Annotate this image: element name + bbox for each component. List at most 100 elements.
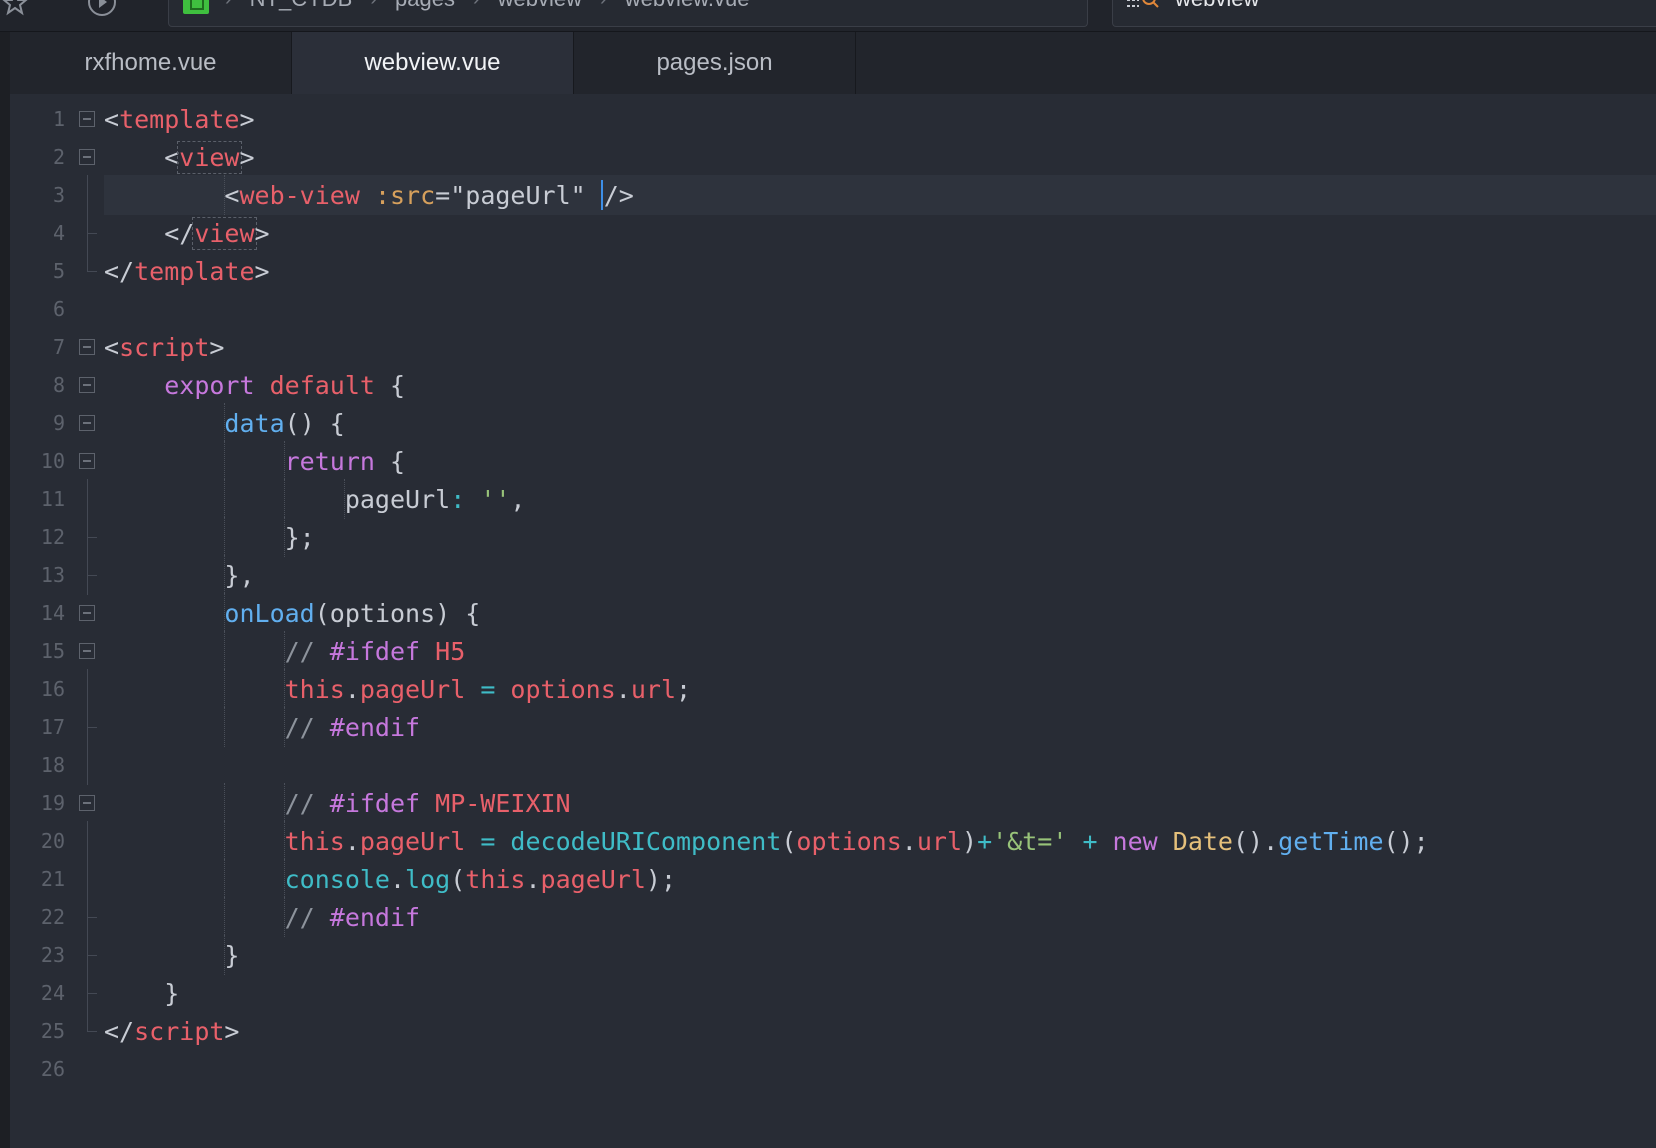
code-line[interactable]: 4 </view >: [10, 213, 1656, 253]
code-line[interactable]: 18: [10, 745, 1656, 785]
search-box[interactable]: webview: [1112, 0, 1656, 27]
fold-guide: [78, 745, 98, 785]
breadcrumb-item[interactable]: webview.vue: [625, 0, 750, 12]
fold-toggle-icon[interactable]: [78, 631, 98, 671]
indent-guide: [224, 593, 225, 633]
breadcrumb-item[interactable]: NT_CYDB: [250, 0, 353, 12]
line-number: 21: [40, 867, 65, 891]
code-token: };: [284, 522, 315, 552]
code-line[interactable]: 13 },: [10, 555, 1656, 595]
code-line[interactable]: 5 </template >: [10, 251, 1656, 291]
code-line[interactable]: 10 return {: [10, 441, 1656, 481]
code-text: // #endif: [104, 707, 1656, 747]
code-token: />: [603, 180, 634, 210]
code-token: //: [284, 902, 330, 932]
code-line[interactable]: 26: [10, 1049, 1656, 1089]
fold-toggle-icon[interactable]: [78, 99, 98, 139]
code-text: < script >: [104, 327, 1656, 367]
code-line[interactable]: 21 console. log(this. pageUrl);: [10, 859, 1656, 899]
fold-guide: [78, 289, 98, 329]
indent-guide: [284, 897, 285, 937]
line-number: 3: [52, 183, 65, 207]
tab-bar: rxfhome.vue webview.vue pages.json: [10, 32, 1656, 94]
code-line[interactable]: 1 < template >: [10, 99, 1656, 139]
line-number: 14: [40, 601, 65, 625]
code-text: < template >: [104, 99, 1656, 139]
line-number: 22: [40, 905, 65, 929]
code-token: .: [901, 826, 917, 856]
code-line[interactable]: 14 onLoad (options) {: [10, 593, 1656, 633]
code-line[interactable]: 3 < web-view :src ="pageUrl" />: [10, 175, 1656, 215]
code-line[interactable]: 11 pageUrl: '',: [10, 479, 1656, 519]
code-token: #ifdef: [329, 788, 421, 818]
code-token: ();: [1383, 826, 1429, 856]
code-token: H5: [420, 636, 466, 666]
fold-guide: [78, 669, 98, 709]
line-number: 20: [40, 829, 65, 853]
fold-toggle-icon[interactable]: [78, 137, 98, 177]
code-token: MP-WEIXIN: [420, 788, 571, 818]
code-line[interactable]: 15 // #ifdef H5: [10, 631, 1656, 671]
fold-toggle-icon[interactable]: [78, 783, 98, 823]
code-line[interactable]: 24 }: [10, 973, 1656, 1013]
fold-toggle-icon[interactable]: [78, 593, 98, 633]
code-line[interactable]: 22 // #endif: [10, 897, 1656, 937]
code-line[interactable]: 17 // #endif: [10, 707, 1656, 747]
code-token: console: [284, 864, 390, 894]
code-line[interactable]: 19 // #ifdef MP-WEIXIN: [10, 783, 1656, 823]
code-token: onLoad: [224, 598, 315, 628]
code-text: </template >: [104, 251, 1656, 291]
code-token: ): [962, 826, 978, 856]
indent-guide: [284, 859, 285, 899]
code-line[interactable]: 25 </script >: [10, 1011, 1656, 1051]
text-cursor: [600, 180, 603, 210]
run-icon[interactable]: [88, 0, 116, 16]
code-line[interactable]: 9 data() {: [10, 403, 1656, 443]
code-line[interactable]: 20 this. pageUrl = decodeURIComponent(opt…: [10, 821, 1656, 861]
indent-guide: [284, 631, 285, 671]
code-text: onLoad (options) {: [104, 593, 1656, 633]
fold-toggle-icon[interactable]: [78, 441, 98, 481]
fold-guide: [78, 517, 98, 557]
tab-pages-json[interactable]: pages.json: [574, 32, 856, 94]
indent-guide: [284, 479, 285, 519]
indent-guide: [284, 707, 285, 747]
tab-webview-vue[interactable]: webview.vue: [292, 32, 574, 94]
breadcrumb-item[interactable]: pages: [395, 0, 455, 12]
code-token: >: [209, 332, 225, 362]
indent-guide: [284, 783, 285, 823]
code-token: >: [254, 256, 270, 286]
star-icon[interactable]: [2, 0, 28, 16]
code-token: pageUrl: [359, 826, 466, 856]
code-text: }: [104, 973, 1656, 1013]
code-line[interactable]: 8 export default {: [10, 365, 1656, 405]
code-text: };: [104, 517, 1656, 557]
code-text: this. pageUrl = decodeURIComponent(option…: [104, 821, 1656, 861]
code-token: (: [450, 864, 466, 894]
search-input[interactable]: webview: [1175, 0, 1259, 12]
code-line[interactable]: 6: [10, 289, 1656, 329]
fold-toggle-icon[interactable]: [78, 365, 98, 405]
indent-guide: [224, 631, 225, 671]
fold-toggle-icon[interactable]: [78, 327, 98, 367]
indent-guide: [344, 479, 345, 519]
code-line[interactable]: 2 < view >: [10, 137, 1656, 177]
line-number: 10: [40, 449, 65, 473]
code-line[interactable]: 12 };: [10, 517, 1656, 557]
fold-toggle-icon[interactable]: [78, 403, 98, 443]
line-number: 6: [52, 297, 65, 321]
code-line[interactable]: 7 < script >: [10, 327, 1656, 367]
code-line[interactable]: 23 }: [10, 935, 1656, 975]
code-editor[interactable]: 1 < template >2 < view >3 < web-view :src ="pag…: [10, 94, 1656, 1148]
tab-rxfhome-vue[interactable]: rxfhome.vue: [10, 32, 292, 94]
code-token: web-view: [239, 180, 360, 210]
code-token: .: [525, 864, 541, 894]
code-line[interactable]: 16 this. pageUrl = options. url;: [10, 669, 1656, 709]
breadcrumb-item[interactable]: webview: [498, 0, 582, 12]
